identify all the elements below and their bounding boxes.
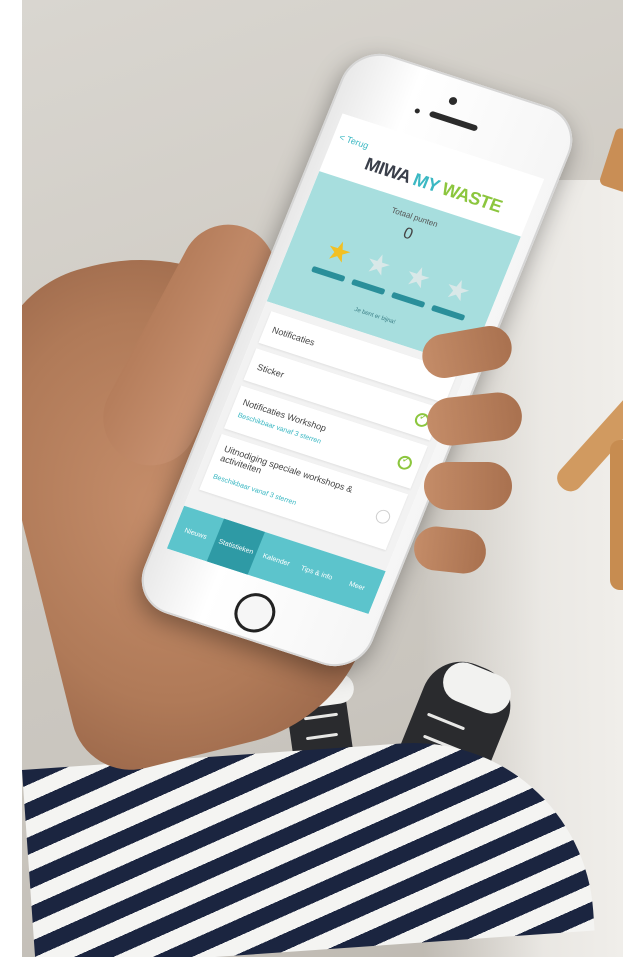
star-icon: ★ [400,259,436,296]
empty-circle-icon [373,508,393,526]
photo-background: < Terug MIWA MY WASTE Totaal punten 0 ★ … [22,0,623,957]
list-item-title: Sticker [255,361,286,380]
back-link[interactable]: < Terug [338,132,370,151]
list-item-title: Notificaties [270,324,317,348]
check-circle-icon [395,454,415,472]
star-icon: ★ [321,233,357,270]
star-icon: ★ [360,246,397,283]
logo-my-text: MY [410,169,443,196]
logo-waste-text: WASTE [438,178,505,217]
chair-post [610,440,623,590]
logo-miwa-text: MIWA [361,153,414,187]
finger [424,462,512,510]
star-icon: ★ [439,271,476,309]
chair-leg [598,126,623,194]
